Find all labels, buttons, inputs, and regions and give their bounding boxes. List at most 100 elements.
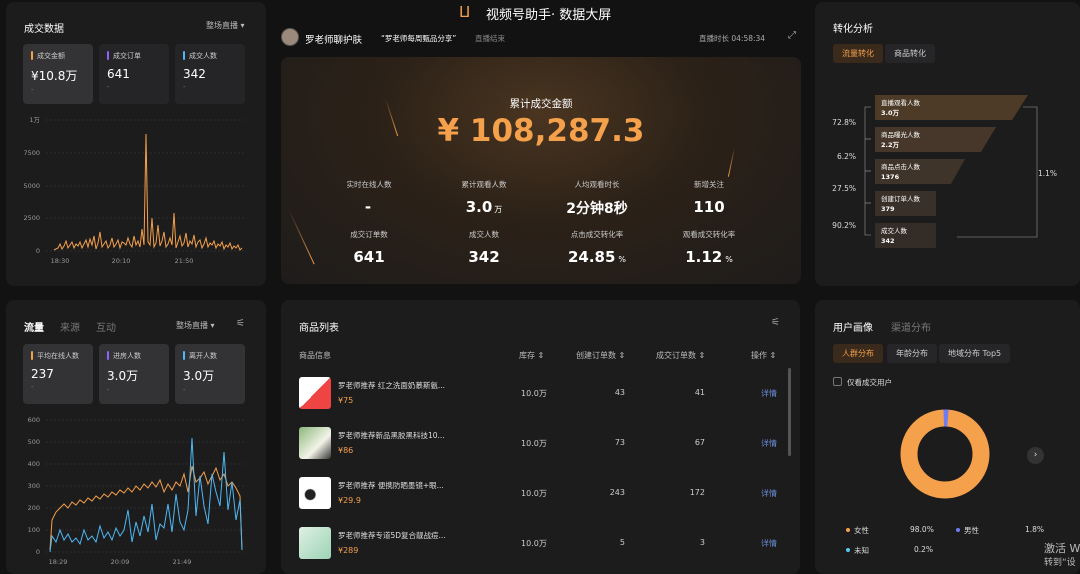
metric-orders: 成交订单数 641 [350, 230, 388, 266]
funnel-value: 379 [881, 205, 895, 213]
col-created-orders[interactable]: 创建订单数 ⇕ [576, 350, 625, 361]
detail-link[interactable]: 详情 [761, 438, 777, 449]
stock-cell: 10.0万 [521, 389, 547, 398]
funnel-label: 商品点击人数 [881, 162, 921, 171]
stat-enter-room[interactable]: 进房人数 3.0万 - [99, 344, 169, 404]
tab-age[interactable]: 年龄分布 [887, 344, 937, 363]
deal-users-checkbox[interactable] [833, 377, 842, 386]
tab-crowd[interactable]: 人群分布 [833, 344, 883, 363]
x-tick: 18:29 [49, 558, 68, 566]
funnel-rate: 27.5% [832, 184, 856, 193]
funnel-rate: 72.8% [832, 118, 856, 127]
metric-click-conversion: 点击成交转化率 24.85% [567, 230, 627, 266]
col-actions[interactable]: 操作 ⇕ [751, 350, 776, 361]
table-row: 罗老师推荐 便携防晒墨镜+眼... ¥29.9 10.0万 243 172 详情 [281, 470, 800, 520]
tab-traffic[interactable]: 流量 [24, 319, 44, 334]
tab-region[interactable]: 地域分布 Top5 [939, 344, 1011, 363]
decor-streak [288, 209, 315, 265]
y-tick: 1万 [29, 116, 40, 124]
stock-cell: 10.0万 [521, 439, 547, 448]
detail-link[interactable]: 详情 [761, 388, 777, 399]
funnel-value: 342 [881, 237, 895, 245]
host-name: 罗老师聊护肤 [305, 35, 363, 46]
conversion-title: 转化分析 [833, 24, 873, 35]
gender-donut [900, 409, 990, 499]
done-cell: 67 [694, 438, 705, 447]
deal-chart: 1万 7500 5000 2500 0 18:30 20:10 21:50 [23, 116, 244, 265]
funnel-rate: 6.2% [837, 152, 856, 161]
product-price: ¥289 [338, 546, 359, 555]
metric-buyers: 成交人数 342 [468, 230, 500, 266]
created-cell: 5 [619, 538, 625, 547]
decor-streak [727, 147, 736, 177]
funnel-label: 创建订单人数 [881, 194, 921, 203]
total-amount-value: ¥ 108,287.3 [437, 113, 645, 149]
y-tick: 600 [28, 416, 40, 424]
metric-avg-duration: 人均观看时长 2分钟8秒 [566, 180, 628, 217]
live-status: 直播结束 [475, 34, 505, 43]
conversion-funnel: 直播观看人数 3.0万 商品曝光人数 2.2万 商品点击人数 1376 创建订单… [832, 95, 1057, 248]
traffic-chart: 600 500 400 300 200 100 0 18:29 20:09 21… [28, 416, 244, 566]
product-name: 罗老师推荐专道5D复合靓战痘... [338, 531, 446, 540]
stock-cell: 10.0万 [521, 489, 547, 498]
funnel-value: 2.2万 [881, 141, 900, 149]
settings-icon[interactable]: ⚟ [771, 317, 780, 328]
product-price: ¥75 [338, 396, 354, 405]
tab-channel[interactable]: 渠道分布 [891, 319, 931, 334]
tab-traffic-conversion[interactable]: 流量转化 [833, 44, 883, 63]
created-cell: 243 [609, 488, 625, 497]
live-title: “罗老师每周甄品分享” [381, 34, 457, 43]
product-price: ¥86 [338, 446, 354, 455]
filter-icon[interactable]: ⚟ [236, 318, 245, 329]
funnel-rate: 90.2% [832, 221, 856, 230]
traffic-panel: 流量 来源 互动 整场直播 ▾ ⚟ 平均在线人数 237- 进房人数 3.0万 - 离… [6, 300, 266, 574]
tab-user-profile[interactable]: 用户画像 [833, 319, 873, 334]
product-name: 罗老师推荐新品黑胶黑科技10... [338, 431, 445, 440]
deal-users-checkbox-label: 仅看成交用户 [847, 378, 892, 387]
y-tick: 0 [36, 548, 40, 556]
funnel-label: 商品曝光人数 [881, 130, 921, 139]
page-title: 视频号助手· 数据大屏 [486, 8, 612, 23]
conversion-panel: 转化分析 流量转化 商品转化 直播观看人数 3.0万 商品曝光人数 2.2万 商… [815, 2, 1080, 286]
x-tick: 20:10 [112, 257, 131, 265]
deal-range-dropdown[interactable]: 整场直播 ▾ [206, 20, 245, 31]
stat-deal-orders[interactable]: 成交订单 641- [99, 44, 169, 104]
y-tick: 5000 [23, 182, 40, 190]
tab-source[interactable]: 来源 [60, 319, 80, 334]
product-price: ¥29.9 [338, 496, 361, 505]
product-thumbnail [299, 527, 331, 559]
traffic-range-dropdown[interactable]: 整场直播 ▾ [176, 320, 215, 331]
col-stock[interactable]: 库存 ⇕ [519, 350, 544, 361]
legend-dot [846, 548, 850, 552]
x-tick: 18:30 [51, 257, 70, 265]
product-thumbnail [299, 477, 331, 509]
y-tick: 100 [28, 526, 40, 534]
next-arrow[interactable]: › [1027, 447, 1044, 464]
col-completed-orders[interactable]: 成交订单数 ⇕ [656, 350, 705, 361]
stat-avg-online[interactable]: 平均在线人数 237- [23, 344, 93, 404]
metric-viewers: 累计观看人数 3.0 万 [461, 180, 507, 216]
detail-link[interactable]: 详情 [761, 488, 777, 499]
product-thumbnail [299, 377, 331, 409]
stat-deal-buyers[interactable]: 成交人数 342- [175, 44, 245, 104]
done-cell: 172 [689, 488, 705, 497]
detail-link[interactable]: 详情 [761, 538, 777, 549]
table-row: 罗老师推荐 红之洗面奶慕斯氨... ¥75 10.0万 43 41 详情 [281, 370, 800, 420]
user-profile-panel: 用户画像 渠道分布 人群分布 年龄分布 地域分布 Top5 仅看成交用户 › 女… [815, 300, 1080, 574]
fullscreen-icon[interactable]: ⤢ [788, 30, 796, 41]
logo-icon: ⵡ [459, 3, 471, 21]
col-product-info: 商品信息 [299, 351, 331, 360]
x-tick: 21:50 [175, 257, 194, 265]
y-tick: 400 [28, 460, 40, 468]
stat-deal-amount[interactable]: 成交金额 ¥10.8万 - [23, 44, 93, 104]
product-thumbnail [299, 427, 331, 459]
total-amount-label: 累计成交金额 [509, 98, 573, 110]
live-overview-panel: 罗老师聊护肤 “罗老师每周甄品分享” 直播结束 直播时长 04:58:34 ⤢ … [273, 22, 807, 286]
stat-leave-room[interactable]: 离开人数 3.0万 - [175, 344, 245, 404]
product-name: 罗老师推荐 便携防晒墨镜+眼... [338, 481, 444, 490]
tab-product-conversion[interactable]: 商品转化 [885, 44, 935, 63]
y-tick: 0 [36, 247, 40, 255]
y-tick: 2500 [23, 214, 40, 222]
deal-data-title: 成交数据 [24, 24, 64, 35]
tab-interaction[interactable]: 互动 [96, 319, 116, 334]
